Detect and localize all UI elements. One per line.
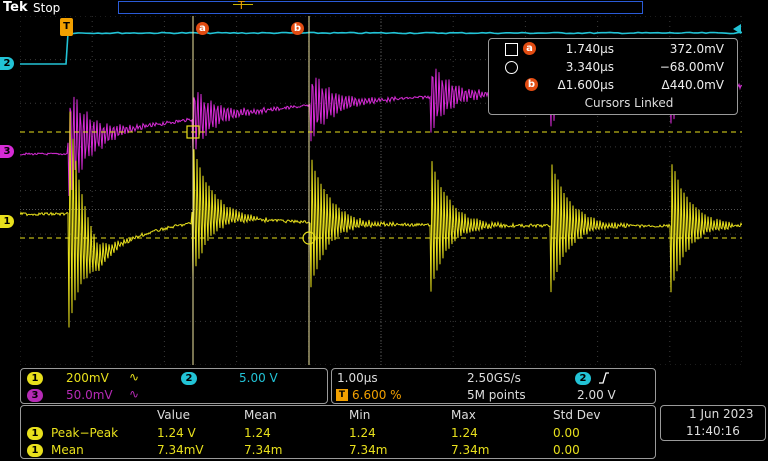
vertical-settings-panel[interactable]: 1 200mV ∿ 2 5.00 V 3 50.0mV ∿ <box>20 368 328 404</box>
trigger-time-marker[interactable]: T <box>60 18 73 36</box>
trigger-position-icon: T <box>336 389 348 401</box>
meas-header-value: Value <box>157 408 190 422</box>
timebase-scale[interactable]: 1.00µs <box>337 371 378 385</box>
cursor-a-value: 372.0mV <box>669 42 724 56</box>
record-view-bar[interactable] <box>118 1 643 14</box>
meas-row2-max: 7.34m <box>451 443 490 457</box>
cursor-b-row: 3.340µs −68.00mV <box>489 59 737 75</box>
circle-cursor-icon <box>505 61 518 74</box>
ch1-scale[interactable]: 200mV <box>66 371 109 385</box>
date-display: 1 Jun 2023 <box>689 407 754 421</box>
cursor-delta-value: Δ440.0mV <box>661 78 724 92</box>
brand-logo: Tek <box>3 0 28 15</box>
cursor-a-badge: a <box>523 42 536 55</box>
meas-header-min: Min <box>349 408 371 422</box>
meas-row1-value: 1.24 V <box>157 426 196 440</box>
meas-row1-max: 1.24 <box>451 426 478 440</box>
ch3-ground-marker[interactable]: 3 <box>0 145 14 158</box>
meas-row2-name[interactable]: Mean <box>51 443 84 457</box>
datetime-panel[interactable]: 1 Jun 2023 11:40:16 <box>660 405 766 441</box>
trigger-position-marker: T <box>238 0 245 12</box>
trigger-level[interactable]: 2.00 V <box>577 388 616 402</box>
meas-header-mean: Mean <box>244 408 277 422</box>
cursor-delta-time: Δ1.600µs <box>557 78 614 92</box>
ch3-coupling-icon: ∿ <box>129 387 140 401</box>
cursor-a-row: a 1.740µs 372.0mV <box>489 41 737 57</box>
meas-row1-name[interactable]: Peak−Peak <box>51 426 118 440</box>
meas-row1-min: 1.24 <box>349 426 376 440</box>
trigger-position[interactable]: 6.600 % <box>352 388 402 402</box>
horizontal-settings-panel[interactable]: 1.00µs 2.50GS/s T 6.600 % 5M points 2 2.… <box>331 368 656 404</box>
cursor-a-time: 1.740µs <box>565 42 614 56</box>
record-length[interactable]: 5M points <box>467 388 526 402</box>
meas-row2-mean: 7.34m <box>244 443 283 457</box>
ch1-ground-marker[interactable]: 1 <box>0 215 14 228</box>
meas-row2-ch-badge: 1 <box>27 444 43 457</box>
cursor-a-label[interactable]: a <box>196 22 209 35</box>
ch3-badge[interactable]: 3 <box>27 389 43 402</box>
cursor-b-value: −68.00mV <box>659 60 724 74</box>
meas-row1-ch-badge: 1 <box>27 427 43 440</box>
cursor-b-time: 3.340µs <box>565 60 614 74</box>
trigger-level-arrow-icon[interactable] <box>733 24 741 34</box>
ch3-scale[interactable]: 50.0mV <box>66 388 113 402</box>
ch1-coupling-icon: ∿ <box>129 370 140 384</box>
ch2-scale[interactable]: 5.00 V <box>239 371 278 385</box>
square-cursor-icon <box>505 43 518 56</box>
time-display: 11:40:16 <box>686 424 740 438</box>
ch2-badge[interactable]: 2 <box>181 372 197 385</box>
meas-row2-value: 7.34mV <box>157 443 204 457</box>
meas-row1-mean: 1.24 <box>244 426 271 440</box>
cursor-readout-panel[interactable]: a 1.740µs 372.0mV 3.340µs −68.00mV b Δ1.… <box>488 38 738 115</box>
cursor-delta-row: b Δ1.600µs Δ440.0mV <box>489 77 737 93</box>
cursor-b-label[interactable]: b <box>291 22 304 35</box>
ch2-ground-marker[interactable]: 2 <box>0 57 14 70</box>
rising-edge-icon <box>599 372 609 384</box>
cursor-b-badge: b <box>525 78 538 91</box>
meas-row2-min: 7.34m <box>349 443 388 457</box>
ch1-badge[interactable]: 1 <box>27 372 43 385</box>
sample-rate: 2.50GS/s <box>467 371 521 385</box>
meas-header-max: Max <box>451 408 476 422</box>
meas-row1-stddev: 0.00 <box>553 426 580 440</box>
acquisition-status[interactable]: Stop <box>33 1 60 15</box>
meas-header-stddev: Std Dev <box>553 408 601 422</box>
top-status-bar: Tek Stop T <box>0 0 768 16</box>
cursors-linked-text: Cursors Linked <box>584 96 674 110</box>
meas-row2-stddev: 0.00 <box>553 443 580 457</box>
trigger-source-badge[interactable]: 2 <box>575 372 591 385</box>
measurements-panel[interactable]: Value Mean Min Max Std Dev 1 Peak−Peak 1… <box>20 405 656 459</box>
